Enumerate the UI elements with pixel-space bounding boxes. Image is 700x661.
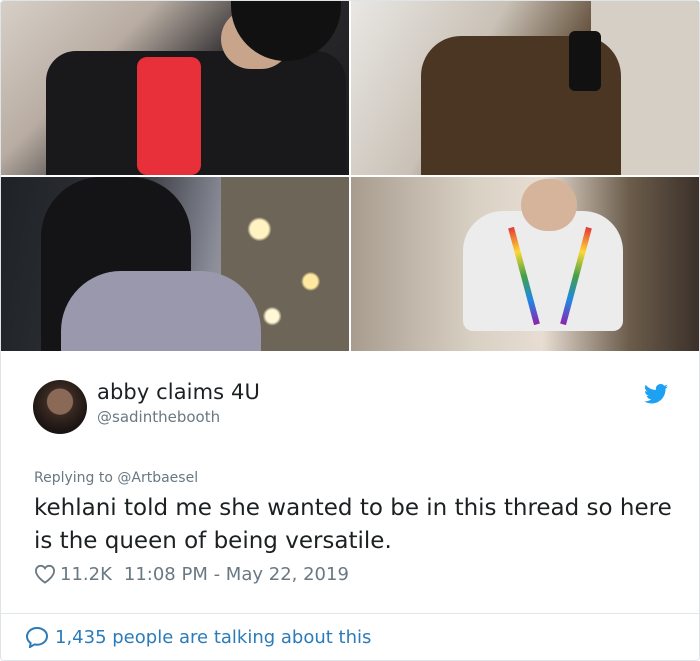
replying-to-line: Replying to @Artbaesel: [34, 470, 198, 486]
phone-shape: [569, 31, 601, 91]
divider: [1, 613, 699, 614]
tweet-text: kehlani told me she wanted to be in this…: [34, 495, 672, 554]
twitter-bird-icon[interactable]: [644, 384, 668, 404]
speech-bubble-icon: [25, 626, 49, 648]
photo-bottom-right[interactable]: [351, 177, 699, 351]
display-name[interactable]: abby claims 4U: [97, 380, 260, 404]
photo-grid: [1, 1, 699, 351]
timestamp[interactable]: 11:08 PM - May 22, 2019: [124, 564, 349, 585]
photo-top-right[interactable]: [351, 1, 699, 175]
tweet-embed-card: abby claims 4U @sadinthebooth Replying t…: [0, 0, 700, 661]
face-shape: [521, 179, 577, 231]
tweet-meta: 11.2K 11:08 PM - May 22, 2019: [34, 562, 349, 586]
phone-shape: [137, 57, 201, 175]
like-count[interactable]: 11.2K: [60, 564, 112, 585]
conversation-link[interactable]: 1,435 people are talking about this: [25, 624, 371, 650]
top-shape: [61, 271, 261, 351]
tweet-body: abby claims 4U @sadinthebooth Replying t…: [1, 352, 699, 660]
photo-top-left[interactable]: [1, 1, 349, 175]
replying-prefix: Replying to: [34, 470, 113, 486]
conversation-count: 1,435 people are talking about this: [55, 626, 372, 648]
reply-to-link[interactable]: @Artbaesel: [117, 470, 198, 486]
photo-bottom-left[interactable]: [1, 177, 349, 351]
heart-icon[interactable]: [34, 564, 56, 584]
user-handle[interactable]: @sadinthebooth: [97, 408, 220, 426]
avatar[interactable]: [33, 380, 87, 434]
